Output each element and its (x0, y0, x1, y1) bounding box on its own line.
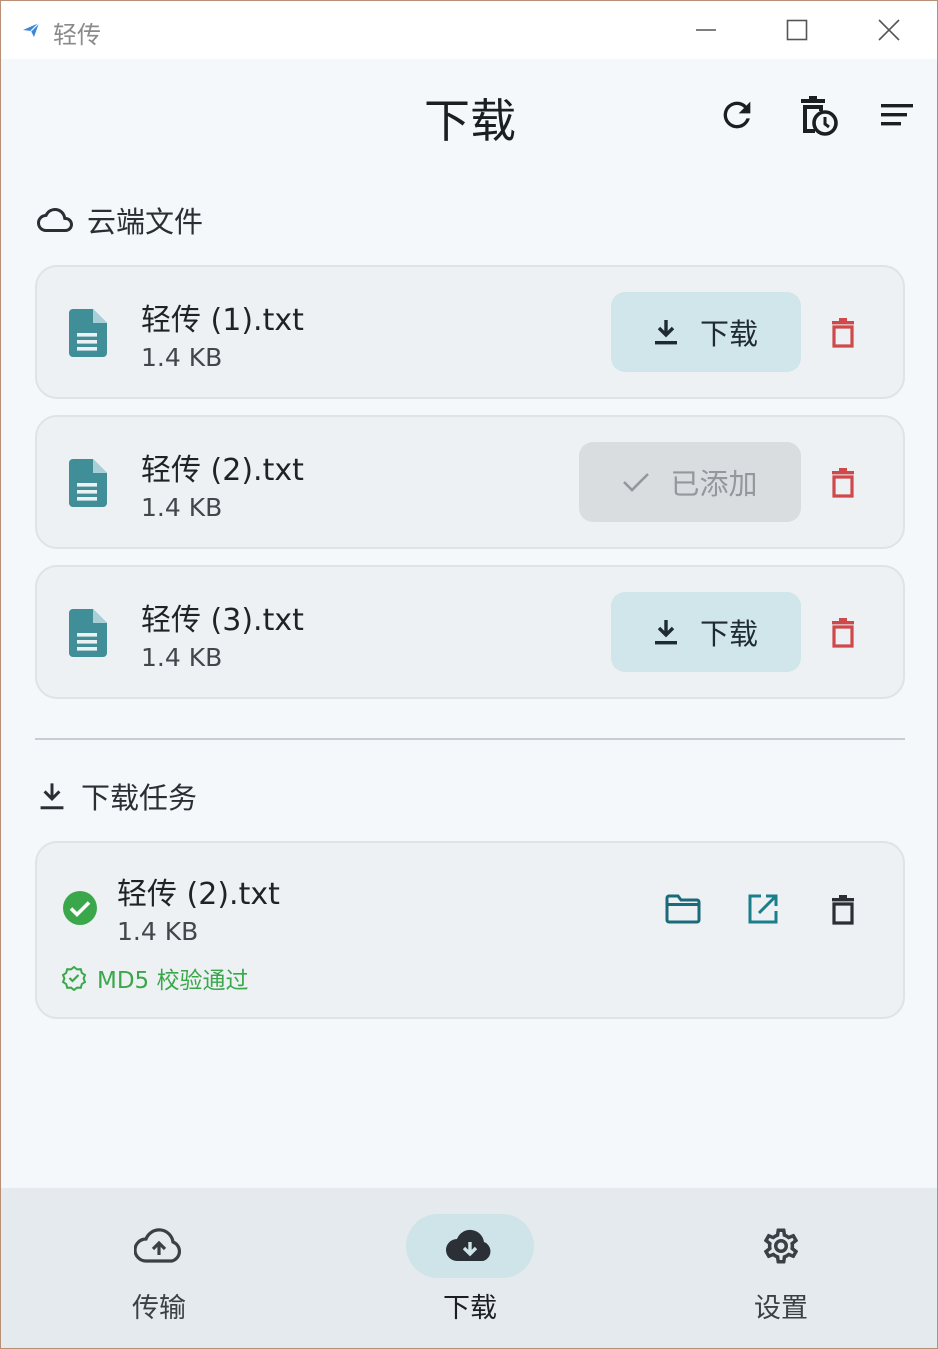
nav-label: 下载 (443, 1293, 497, 1324)
cloud-files-header: 云端文件 (37, 199, 203, 241)
history-icon (801, 96, 838, 136)
md5-status: MD5 校验通过 (61, 961, 249, 995)
nav-pill (717, 1214, 845, 1278)
delete-button[interactable] (823, 462, 863, 502)
gear-icon (763, 1228, 799, 1264)
nav-pill (95, 1214, 223, 1278)
download-icon (40, 783, 64, 810)
file-name: 轻传 (1).txt (141, 303, 304, 338)
cloud-icon (37, 208, 73, 232)
download-label: 下载 (699, 617, 758, 651)
sort-icon (881, 104, 913, 126)
open-external-icon (748, 894, 778, 924)
file-size: 1.4 KB (141, 343, 223, 372)
refresh-button[interactable] (713, 91, 761, 139)
file-name: 轻传 (3).txt (141, 603, 304, 638)
download-tasks-header: 下载任务 (37, 775, 197, 817)
file-document-icon (69, 609, 107, 657)
minimize-button[interactable] (661, 1, 751, 59)
section-divider (35, 738, 905, 740)
file-name: 轻传 (2).txt (141, 453, 304, 488)
cloud-files-title: 云端文件 (87, 205, 204, 239)
refresh-icon (723, 101, 751, 129)
close-button[interactable] (844, 1, 934, 59)
cloud-file-card: 轻传 (1).txt 1.4 KB 下载 (35, 265, 905, 399)
added-label: 已添加 (670, 467, 758, 501)
nav-label: 设置 (754, 1293, 808, 1324)
maximize-icon (786, 19, 808, 41)
maximize-button[interactable] (752, 1, 842, 59)
nav-pill-active (406, 1214, 534, 1278)
task-file-name: 轻传 (2).txt (117, 877, 280, 912)
task-file-size: 1.4 KB (117, 917, 199, 946)
bottom-navigation: 传输 下载 设置 (1, 1188, 937, 1348)
delete-button[interactable] (823, 612, 863, 652)
file-document-icon (69, 309, 107, 357)
cloud-download-icon (446, 1229, 491, 1261)
app-window: 轻传 下载 云端文件 轻传 (1).txt 1.4 KB 下载 轻传 (2).t… (0, 0, 938, 1349)
history-button[interactable] (793, 91, 841, 139)
window-title: 轻传 (53, 21, 101, 49)
md5-status-text: MD5 校验通过 (97, 968, 249, 994)
trash-icon (832, 895, 854, 925)
file-size: 1.4 KB (141, 643, 223, 672)
download-button[interactable]: 下载 (611, 292, 801, 372)
file-document-icon (69, 459, 107, 507)
cloud-file-card: 轻传 (3).txt 1.4 KB 下载 (35, 565, 905, 699)
download-button[interactable]: 下载 (611, 592, 801, 672)
download-icon (654, 320, 677, 345)
check-icon (623, 473, 650, 492)
sort-button[interactable] (873, 91, 921, 139)
minimize-icon (696, 29, 716, 31)
cloud-file-card: 轻传 (2).txt 1.4 KB 已添加 (35, 415, 905, 549)
open-file-button[interactable] (743, 889, 783, 929)
download-label: 下载 (699, 317, 758, 351)
paper-plane-icon (23, 22, 40, 37)
check-circle-icon (63, 891, 97, 925)
file-size: 1.4 KB (141, 493, 223, 522)
download-task-card: 轻传 (2).txt 1.4 KB MD5 校验通过 (35, 841, 905, 1019)
cloud-upload-icon (134, 1228, 182, 1263)
title-bar: 轻传 (1, 1, 937, 59)
delete-button[interactable] (823, 312, 863, 352)
trash-icon (832, 468, 854, 498)
verified-badge-icon (61, 965, 87, 991)
nav-item-download[interactable]: 下载 (370, 1188, 570, 1348)
trash-icon (832, 318, 854, 348)
added-button[interactable]: 已添加 (579, 442, 801, 522)
open-folder-button[interactable] (663, 889, 703, 929)
nav-item-settings[interactable]: 设置 (681, 1188, 881, 1348)
trash-icon (832, 618, 854, 648)
nav-item-transfer[interactable]: 传输 (59, 1188, 259, 1348)
download-icon (654, 620, 677, 645)
nav-label: 传输 (132, 1293, 186, 1324)
delete-task-button[interactable] (823, 889, 863, 929)
download-tasks-title: 下载任务 (81, 781, 198, 815)
folder-icon (665, 894, 701, 924)
close-icon (878, 19, 900, 41)
